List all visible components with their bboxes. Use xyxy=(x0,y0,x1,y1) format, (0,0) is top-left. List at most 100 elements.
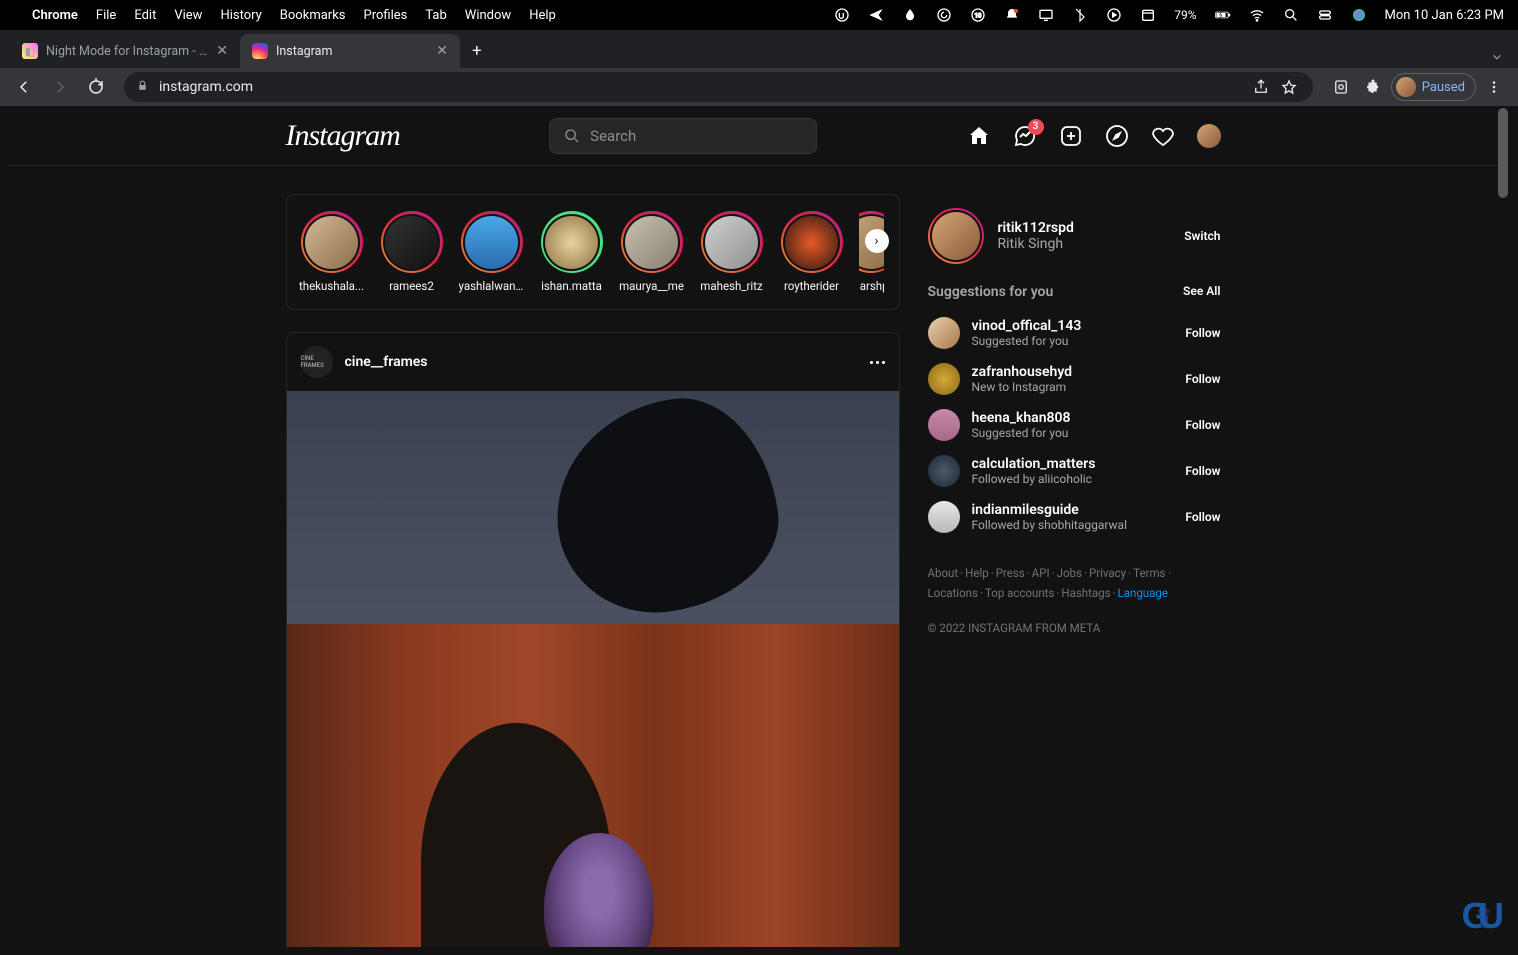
switch-account-button[interactable]: Switch xyxy=(1184,229,1220,243)
date-icon[interactable] xyxy=(1140,7,1156,23)
footer-link[interactable]: API xyxy=(1032,566,1050,580)
post-author-name[interactable]: cine__frames xyxy=(345,354,428,370)
home-button[interactable] xyxy=(967,124,991,148)
follow-button[interactable]: Follow xyxy=(1185,326,1220,340)
story-item[interactable]: roytherider xyxy=(779,211,845,293)
close-icon[interactable]: ✕ xyxy=(436,43,448,59)
tab-overflow-button[interactable] xyxy=(1490,49,1504,68)
suggestions-list: vinod_offical_143 Suggested for you Foll… xyxy=(928,310,1221,540)
back-button[interactable] xyxy=(10,73,38,101)
utorrent-icon[interactable] xyxy=(834,7,850,23)
post-author-avatar[interactable]: CINE FRAMES xyxy=(301,346,333,378)
follow-button[interactable]: Follow xyxy=(1185,372,1220,386)
forward-button[interactable] xyxy=(46,73,74,101)
footer-link[interactable]: Locations xyxy=(928,586,978,600)
paper-plane-icon[interactable] xyxy=(868,7,884,23)
menubar-clock[interactable]: Mon 10 Jan 6:23 PM xyxy=(1385,8,1505,23)
profile-avatar-button[interactable] xyxy=(1197,124,1221,148)
bluetooth-icon[interactable] xyxy=(1072,7,1088,23)
close-icon[interactable]: ✕ xyxy=(216,43,228,59)
suggestion-username[interactable]: calculation_matters xyxy=(972,456,1186,472)
post-more-button[interactable] xyxy=(870,361,885,364)
reload-button[interactable] xyxy=(82,73,110,101)
sidebar-avatar[interactable] xyxy=(928,208,984,264)
instagram-logo[interactable]: Instagram xyxy=(286,119,400,153)
suggestion-avatar[interactable] xyxy=(928,363,960,395)
siri-icon[interactable] xyxy=(1351,7,1367,23)
menubar-window[interactable]: Window xyxy=(465,8,511,23)
footer-link[interactable]: Hashtags xyxy=(1061,586,1110,600)
story-item[interactable]: ishan.matta xyxy=(539,211,605,293)
new-tab-button[interactable]: + xyxy=(460,34,494,68)
menubar-bookmarks[interactable]: Bookmarks xyxy=(280,8,346,23)
suggestions-see-all[interactable]: See All xyxy=(1183,284,1220,300)
menubar-file[interactable]: File xyxy=(96,8,116,23)
follow-button[interactable]: Follow xyxy=(1185,510,1220,524)
play-icon[interactable] xyxy=(1106,7,1122,23)
spotlight-icon[interactable] xyxy=(1283,7,1299,23)
activity-button[interactable] xyxy=(1151,124,1175,148)
control-center-icon[interactable] xyxy=(1317,7,1333,23)
menubar-history[interactable]: History xyxy=(220,8,261,23)
messenger-button[interactable]: 3 xyxy=(1013,124,1037,148)
footer-link[interactable]: About xyxy=(928,566,959,580)
search-input[interactable]: Search xyxy=(549,118,817,154)
explore-button[interactable] xyxy=(1105,124,1129,148)
footer-link[interactable]: Privacy xyxy=(1089,566,1126,580)
story-item[interactable]: mahesh_ritz xyxy=(699,211,765,293)
menubar-view[interactable]: View xyxy=(174,8,202,23)
profile-button[interactable]: Paused xyxy=(1391,73,1476,101)
chrome-tab-nightmode[interactable]: ◧ Night Mode for Instagram - Ch ✕ xyxy=(10,34,240,68)
suggestion-avatar[interactable] xyxy=(928,455,960,487)
footer-link[interactable]: Help xyxy=(965,566,989,580)
post-header: CINE FRAMES cine__frames xyxy=(287,333,899,391)
footer-link[interactable]: Language xyxy=(1118,586,1168,600)
chrome-tab-instagram[interactable]: Instagram ✕ xyxy=(240,34,460,68)
reading-list-button[interactable] xyxy=(1327,73,1355,101)
suggestion-username[interactable]: vinod_offical_143 xyxy=(972,318,1186,334)
battery-percentage[interactable]: 79% xyxy=(1174,8,1196,22)
display-icon[interactable] xyxy=(1038,7,1054,23)
menubar-edit[interactable]: Edit xyxy=(134,8,156,23)
bookmark-button[interactable] xyxy=(1277,73,1301,101)
menubar-left: Chrome File Edit View History Bookmarks … xyxy=(14,8,556,23)
footer-link[interactable]: Press xyxy=(996,566,1025,580)
follow-button[interactable]: Follow xyxy=(1185,418,1220,432)
new-post-button[interactable] xyxy=(1059,124,1083,148)
address-bar[interactable]: instagram.com xyxy=(124,72,1313,102)
stories-next-button[interactable]: › xyxy=(865,229,889,253)
footer-link[interactable]: Jobs xyxy=(1057,566,1082,580)
menubar-tab[interactable]: Tab xyxy=(425,8,446,23)
chrome-menu-button[interactable] xyxy=(1480,73,1508,101)
suggestion-username[interactable]: zafranhousehyd xyxy=(972,364,1186,380)
story-item[interactable]: maurya__me xyxy=(619,211,685,293)
follow-button[interactable]: Follow xyxy=(1185,464,1220,478)
sidebar-username[interactable]: ritik112rspd xyxy=(998,220,1185,236)
suggestion-avatar[interactable] xyxy=(928,501,960,533)
notifications-icon[interactable] xyxy=(1004,7,1020,23)
menubar-help[interactable]: Help xyxy=(529,8,556,23)
footer-link[interactable]: Top accounts xyxy=(985,586,1054,600)
post-image[interactable] xyxy=(287,391,899,947)
menubar-app[interactable]: Chrome xyxy=(32,8,78,23)
story-item[interactable]: thekushala... xyxy=(299,211,365,293)
suggestion-avatar[interactable] xyxy=(928,409,960,441)
battery-icon[interactable] xyxy=(1215,7,1231,23)
watermark: GtU xyxy=(1462,895,1500,937)
droplet-icon[interactable] xyxy=(902,7,918,23)
story-item[interactable]: yashlalwan... xyxy=(459,211,525,293)
grammarly-icon[interactable] xyxy=(936,7,952,23)
menubar-profiles[interactable]: Profiles xyxy=(364,8,408,23)
scrollbar[interactable] xyxy=(1498,108,1508,198)
footer-link[interactable]: Terms xyxy=(1133,566,1165,580)
story-item[interactable]: ramees2 xyxy=(379,211,445,293)
macos-menubar: Chrome File Edit View History Bookmarks … xyxy=(0,0,1518,30)
share-button[interactable] xyxy=(1249,73,1273,101)
suggestion-subtitle: Followed by aliicoholic xyxy=(972,472,1186,486)
suggestion-avatar[interactable] xyxy=(928,317,960,349)
cloud-icon[interactable]: 10 xyxy=(970,7,986,23)
suggestion-username[interactable]: indianmilesguide xyxy=(972,502,1186,518)
suggestion-username[interactable]: heena_khan808 xyxy=(972,410,1186,426)
extensions-button[interactable] xyxy=(1359,73,1387,101)
wifi-icon[interactable] xyxy=(1249,7,1265,23)
